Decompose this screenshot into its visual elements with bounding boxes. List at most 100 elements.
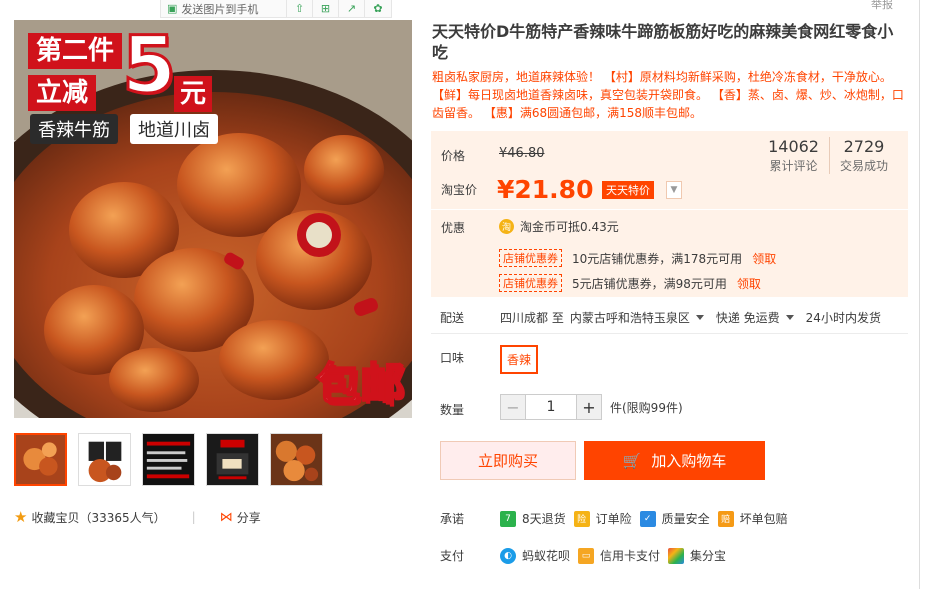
promise-item[interactable]: ✓ 质量安全 xyxy=(639,510,710,527)
chevron-down-icon[interactable] xyxy=(785,315,794,320)
share-arrow-icon[interactable]: ⇧ xyxy=(287,0,313,17)
chevron-down-icon[interactable] xyxy=(695,315,704,320)
quantity-stepper: − 1 + 件(限购99件) xyxy=(500,394,683,420)
report-link[interactable]: 举报 xyxy=(871,0,893,12)
price-panel: 价格 ¥46.80 淘宝价 ¥21.80 天天特价 ▼ 14062 累计评论 2… xyxy=(431,131,908,297)
daily-deal-badge: 天天特价 xyxy=(602,181,654,199)
quality-shield-icon: ✓ xyxy=(639,510,656,527)
divider xyxy=(431,209,908,210)
qrcode-icon[interactable]: ⊞ xyxy=(313,0,339,17)
delivery-label: 配送 xyxy=(440,311,465,325)
coupon-tag: 店铺优惠券 xyxy=(499,249,562,267)
star-icon: ★ xyxy=(14,508,28,526)
promo-yuan: 元 xyxy=(174,76,213,112)
chevron-down-icon[interactable]: ▼ xyxy=(666,181,682,199)
quantity-minus-button[interactable]: − xyxy=(500,394,526,420)
original-price: ¥46.80 xyxy=(499,146,545,161)
cart-icon: 🛒 xyxy=(622,451,642,470)
payment-label: 支付 xyxy=(440,549,465,563)
compensation-icon: 赔 xyxy=(717,510,734,527)
send-to-phone-label: 发送图片到手机 xyxy=(181,2,259,16)
main-product-image[interactable]: 第二件 立减 5 元 香辣牛筋 地道川卤 包邮 xyxy=(14,20,412,418)
promise-text: 质量安全 xyxy=(661,512,710,526)
promise-label: 承诺 xyxy=(440,512,465,526)
deals-stat: 2729 交易成功 xyxy=(828,137,898,174)
divider: | xyxy=(191,510,196,524)
delivery-method[interactable]: 快递 免运费 xyxy=(716,309,780,326)
flavor-label: 口味 xyxy=(440,351,465,365)
delivery-from: 四川成都 至 xyxy=(500,311,564,325)
export-icon[interactable]: ↗ xyxy=(339,0,365,17)
tag-local-sichuan: 地道川卤 xyxy=(130,114,218,144)
delivery-destination[interactable]: 内蒙古呼和浩特玉泉区 xyxy=(570,309,690,326)
thumbnail-item[interactable] xyxy=(142,433,195,486)
product-subtitle: 粗卤私家厨房，地道麻辣体验！ 【村】原材料均新鲜采购，杜绝冷冻食材，干净放心。【… xyxy=(432,70,904,120)
payment-text: 集分宝 xyxy=(690,549,727,563)
coupon-get-link[interactable]: 领取 xyxy=(752,250,776,267)
favorite-button[interactable]: 收藏宝贝（33365人气） xyxy=(31,509,165,526)
promise-text: 订单险 xyxy=(595,512,632,526)
favorite-share-row: ★ 收藏宝贝（33365人气） | ⋈ 分享 xyxy=(14,508,261,526)
page-edge xyxy=(919,0,930,589)
buy-now-button[interactable]: 立即购买 xyxy=(440,441,576,480)
insurance-icon: 险 xyxy=(573,510,590,527)
promise-item[interactable]: 赔 坏单包赔 xyxy=(717,510,788,527)
taobao-coin-icon: 淘 xyxy=(499,219,514,234)
flavor-option-spicy[interactable]: 香辣 xyxy=(500,345,539,374)
taobao-coin-row: 淘 淘金币可抵0.43元 xyxy=(499,218,619,235)
divider xyxy=(431,333,908,334)
coupon-row: 店铺优惠券 5元店铺优惠券，满98元可用 领取 xyxy=(499,274,761,292)
deals-count: 2729 xyxy=(843,137,885,156)
tag-spicy-tendon: 香辣牛筋 xyxy=(30,114,118,144)
product-title: 天天特价D牛筋特产香辣味牛蹄筋板筋好吃的麻辣美食网红零食小吃 xyxy=(432,22,894,62)
thumbnail-item[interactable] xyxy=(78,433,131,486)
promo-label: 优惠 xyxy=(441,221,466,235)
promise-item[interactable]: 7 8天退货 xyxy=(500,510,566,527)
promise-row: 承诺 7 8天退货 险 订单险 ✓ 质量安全 赔 坏单包赔 xyxy=(440,510,796,527)
payment-text: 蚂蚁花呗 xyxy=(522,549,571,563)
favorite-count: （33365人气） xyxy=(79,510,166,525)
thumbnail-item[interactable] xyxy=(14,433,67,486)
promise-item[interactable]: 险 订单险 xyxy=(573,510,632,527)
sales-stats: 14062 累计评论 2729 交易成功 xyxy=(758,137,898,174)
favorite-label: 收藏宝贝 xyxy=(31,510,80,525)
coupon-text: 10元店铺优惠券，满178元可用 xyxy=(572,251,743,266)
tb-price-label: 淘宝价 xyxy=(441,183,478,197)
current-price: ¥21.80 xyxy=(497,175,594,204)
payment-row: 支付 ◐ 蚂蚁花呗 ▭ 信用卡支付 集分宝 xyxy=(440,547,734,564)
promo-second-item: 第二件 xyxy=(28,33,123,69)
add-to-cart-label: 加入购物车 xyxy=(651,452,727,470)
jifenbao-icon xyxy=(668,547,685,564)
add-to-cart-button[interactable]: 🛒 加入购物车 xyxy=(584,441,765,480)
payment-item[interactable]: ▭ 信用卡支付 xyxy=(578,547,660,564)
settings-icon[interactable]: ✿ xyxy=(365,0,391,17)
promise-text: 8天退货 xyxy=(522,512,566,526)
price-label: 价格 xyxy=(441,149,466,163)
thumbnail-item[interactable] xyxy=(206,433,259,486)
reviews-count: 14062 xyxy=(768,137,819,156)
coin-text: 淘金币可抵0.43元 xyxy=(520,220,619,234)
thumbnail-list xyxy=(14,433,323,486)
quantity-plus-button[interactable]: + xyxy=(576,394,602,420)
promise-text: 坏单包赔 xyxy=(739,512,788,526)
payment-text: 信用卡支付 xyxy=(600,549,661,563)
coupon-get-link[interactable]: 领取 xyxy=(737,275,761,292)
quantity-input[interactable]: 1 xyxy=(526,394,576,420)
reviews-label: 累计评论 xyxy=(769,159,818,173)
delivery-row: 配送 四川成都 至 内蒙古呼和浩特玉泉区 快递 免运费 24小时内发货 xyxy=(440,309,881,326)
thumbnail-item[interactable] xyxy=(270,433,323,486)
coupon-text: 5元店铺优惠券，满98元可用 xyxy=(572,276,727,291)
share-icon: ⋈ xyxy=(219,509,233,525)
credit-card-icon: ▭ xyxy=(578,547,595,564)
phone-icon: ▣ xyxy=(167,2,178,15)
quantity-label: 数量 xyxy=(440,403,465,417)
quantity-unit: 件(限购99件) xyxy=(610,400,683,415)
reviews-stat[interactable]: 14062 累计评论 xyxy=(758,137,829,174)
dispatch-time: 24小时内发货 xyxy=(805,311,881,325)
payment-item[interactable]: ◐ 蚂蚁花呗 xyxy=(500,547,570,564)
share-button[interactable]: 分享 xyxy=(237,509,261,526)
payment-item[interactable]: 集分宝 xyxy=(668,547,726,564)
promo-big-number: 5 xyxy=(120,21,177,111)
send-to-phone-button[interactable]: ▣ 发送图片到手机 xyxy=(161,0,287,17)
return-7day-icon: 7 xyxy=(500,510,516,527)
